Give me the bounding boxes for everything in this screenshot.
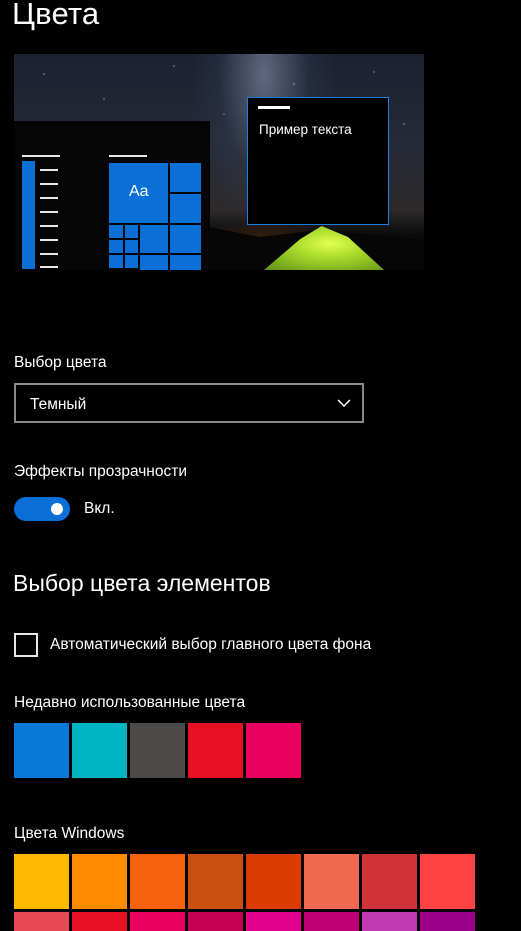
windows-colors-row <box>14 854 475 909</box>
color-mode-label: Выбор цвета <box>14 354 107 371</box>
preview-start-list-line <box>40 169 58 171</box>
recent-color-swatch[interactable] <box>130 723 185 778</box>
preview-start-list-line <box>40 253 58 255</box>
auto-accent-checkbox-label[interactable]: Автоматический выбор главного цвета фона <box>50 636 371 654</box>
preview-start-list-line <box>40 239 58 241</box>
preview-tiles-header-line <box>109 155 147 157</box>
preview-start-list-line <box>40 266 58 268</box>
color-mode-dropdown[interactable]: Темный <box>14 383 364 423</box>
windows-color-swatch[interactable] <box>420 854 475 909</box>
recent-colors-label: Недавно использованные цвета <box>14 694 246 711</box>
preview-tile <box>109 225 123 238</box>
recent-colors-row <box>14 723 301 778</box>
windows-color-swatch[interactable] <box>362 854 417 909</box>
preview-sample-text: Пример текста <box>259 122 352 137</box>
windows-color-swatch[interactable] <box>246 854 301 909</box>
windows-color-swatch[interactable] <box>362 912 417 931</box>
preview-tile <box>109 255 123 268</box>
preview-tile <box>125 240 138 253</box>
windows-color-swatch[interactable] <box>72 912 127 931</box>
preview-tile-large: Aa <box>109 163 168 223</box>
windows-color-swatch[interactable] <box>130 912 185 931</box>
preview-tile <box>170 194 201 223</box>
windows-color-swatch[interactable] <box>246 912 301 931</box>
transparency-toggle[interactable] <box>14 497 70 521</box>
preview-tile-text: Aa <box>129 183 149 200</box>
windows-colors-label: Цвета Windows <box>14 825 125 842</box>
preview-start-menu: Aa <box>14 121 210 270</box>
preview-tile <box>109 240 123 253</box>
windows-color-swatch[interactable] <box>14 854 69 909</box>
windows-color-swatch[interactable] <box>420 912 475 931</box>
color-mode-selected-value: Темный <box>30 396 87 413</box>
recent-color-swatch[interactable] <box>246 723 301 778</box>
preview-tile <box>125 225 138 238</box>
page-title: Цвета <box>12 0 100 31</box>
preview-start-list-line <box>40 225 58 227</box>
windows-color-swatch[interactable] <box>304 912 359 931</box>
preview-start-list-line <box>40 183 58 185</box>
preview-tile <box>125 255 138 268</box>
windows-colors-row <box>14 912 475 931</box>
transparency-label: Эффекты прозрачности <box>14 463 187 480</box>
preview-start-list-line <box>40 211 58 213</box>
auto-accent-checkbox[interactable] <box>14 633 38 657</box>
recent-color-swatch[interactable] <box>188 723 243 778</box>
preview-start-rail <box>22 161 35 269</box>
preview-tile <box>140 255 168 270</box>
preview-sample-title-bar <box>258 106 290 109</box>
accent-section-title: Выбор цвета элементов <box>13 570 271 596</box>
colors-settings-page: Цвета Aa Пример текста Выбор цвета Темны… <box>0 0 521 931</box>
windows-color-swatch[interactable] <box>72 854 127 909</box>
transparency-state-label: Вкл. <box>84 500 115 517</box>
preview-tile <box>170 255 201 270</box>
recent-color-swatch[interactable] <box>72 723 127 778</box>
preview-sample-window: Пример текста <box>247 97 389 225</box>
windows-color-swatch[interactable] <box>188 854 243 909</box>
preview-tile <box>170 225 201 253</box>
preview-start-list-line <box>40 197 58 199</box>
windows-color-swatch[interactable] <box>130 854 185 909</box>
windows-color-swatch[interactable] <box>14 912 69 931</box>
preview-start-header-line <box>22 155 60 157</box>
recent-color-swatch[interactable] <box>14 723 69 778</box>
theme-preview: Aa Пример текста <box>14 54 424 270</box>
windows-color-swatch[interactable] <box>188 912 243 931</box>
windows-color-swatch[interactable] <box>304 854 359 909</box>
toggle-knob <box>51 503 63 515</box>
preview-tile <box>170 163 201 192</box>
chevron-down-icon <box>337 399 351 408</box>
preview-tile <box>140 225 168 253</box>
